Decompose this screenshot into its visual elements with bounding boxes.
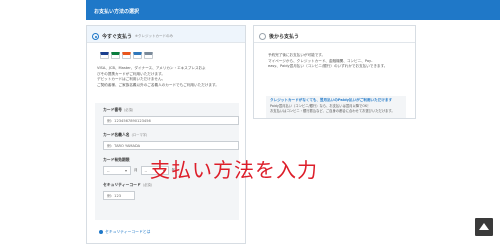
month-unit: 月: [134, 168, 138, 172]
card-holder-placeholder: 例：TARO YAMADA: [107, 144, 141, 148]
description-line: easy、Paidy翌月払い（コンビニ/銀行）のいずれかでお支払いできます。: [268, 64, 388, 69]
paidy-notice: クレジットカードがなくても、翌月払いのPaidy払いがご利用いただけます Pai…: [266, 96, 406, 118]
pay-later-panel: 後から支払う 予約完了後にお支払いが可能です。 マイページから、クレジットカード…: [253, 25, 416, 119]
cvv-label-text: セキュリティーコード: [103, 182, 141, 187]
card-number-label: カード番号 (必須): [95, 103, 239, 113]
pay-later-label: 後から支払う: [269, 34, 300, 40]
help-icon: [99, 230, 103, 234]
cvv-help-text: セキュリティーコードとは: [105, 229, 151, 234]
pay-now-panel: 今すぐ支払う ※クレジットカードのみ VISA、JCB、Master、ダイナース…: [86, 25, 246, 244]
pay-later-description: 予約完了後にお支払いが可能です。 マイページから、クレジットカード、金融機関、コ…: [268, 53, 408, 70]
romaji-badge: (ローマ字): [131, 133, 148, 137]
radio-unselected-icon[interactable]: [259, 33, 266, 40]
expiry-month-value: --: [107, 169, 110, 173]
card-number-placeholder: 例：1234567890123456: [107, 119, 151, 123]
jcb-logo: [111, 52, 120, 59]
pay-now-description: VISA、JCB、Master、ダイナース、アメリカン・エキスプレスおよ びその…: [97, 66, 241, 88]
required-badge: (必須): [123, 108, 134, 112]
pay-later-option[interactable]: 後から支払う: [254, 26, 415, 43]
pay-now-label: 今すぐ支払う: [102, 34, 133, 40]
description-line: ご契約者様、ご家族名義以外のご名義人のカードでもご利用いただけます。: [97, 82, 219, 87]
expiry-year-value: --: [144, 169, 148, 173]
expiry-month-select[interactable]: --: [103, 166, 131, 175]
notice-title: クレジットカードがなくても、翌月払いのPaidy払いがご利用いただけます: [270, 98, 393, 102]
mastercard-logo: [122, 52, 131, 59]
card-holder-label: カード名義人名 (ローマ字): [95, 125, 239, 138]
cvv-help-link[interactable]: セキュリティーコードとは: [99, 229, 150, 235]
card-holder-label-text: カード名義人名: [103, 132, 130, 137]
diners-logo: [144, 52, 153, 59]
pay-now-note: ※クレジットカードのみ: [135, 34, 173, 38]
pay-now-option[interactable]: 今すぐ支払う ※クレジットカードのみ: [87, 26, 245, 43]
radio-selected-icon[interactable]: [92, 33, 99, 40]
overlay-caption: 支払い方法を入力: [150, 158, 318, 182]
cvv-placeholder: 例：123: [107, 194, 122, 198]
back-to-top-button[interactable]: [475, 218, 493, 236]
card-holder-input[interactable]: 例：TARO YAMADA: [103, 141, 239, 150]
card-number-label-text: カード番号: [103, 107, 122, 112]
cvv-input[interactable]: 例：123: [103, 191, 135, 200]
card-number-input[interactable]: 例：1234567890123456: [103, 116, 239, 125]
section-title: お支払い方法の選択: [94, 9, 140, 15]
card-brand-logos: [100, 52, 153, 59]
required-badge: (必須): [142, 183, 152, 187]
notice-line: お支払いはコンビニ・銀行振込など、ご自身の都合に合わせてお選びいただけます。: [270, 109, 395, 113]
amex-logo: [133, 52, 142, 59]
section-header: お支払い方法の選択: [86, 0, 500, 20]
visa-logo: [100, 52, 109, 59]
expiry-label-text: カード有効期限: [103, 157, 130, 162]
